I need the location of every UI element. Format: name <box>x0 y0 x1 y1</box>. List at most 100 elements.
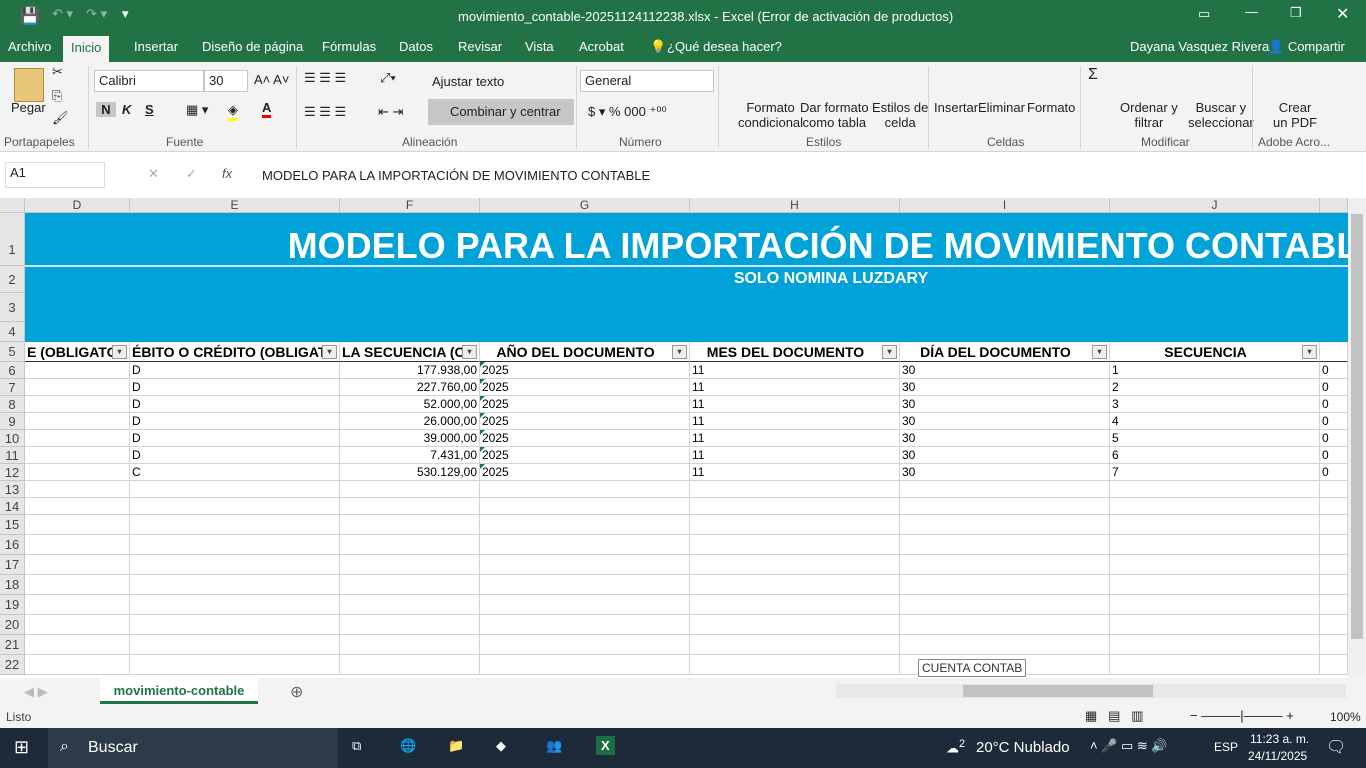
cell[interactable]: D <box>130 430 340 447</box>
table-header-J[interactable]: SECUENCIA ▾ <box>1110 342 1320 362</box>
cell[interactable] <box>900 595 1110 615</box>
cell[interactable] <box>130 575 340 595</box>
cell[interactable]: 11 <box>690 464 900 481</box>
column-header[interactable] <box>1320 198 1348 213</box>
cell[interactable]: 530.129,00 <box>340 464 480 481</box>
cell[interactable]: 30 <box>900 447 1110 464</box>
table-header-G[interactable]: AÑO DEL DOCUMENTO ▾ <box>480 342 690 362</box>
windows-start-icon[interactable]: ⊞ <box>14 737 29 758</box>
cell[interactable] <box>1110 595 1320 615</box>
column-header[interactable]: J <box>1110 198 1320 213</box>
cell[interactable] <box>480 481 690 498</box>
bold-button[interactable]: N <box>96 102 116 117</box>
cell[interactable] <box>130 498 340 515</box>
format-table-button[interactable]: Dar formato como tabla <box>800 100 869 130</box>
cell[interactable]: 26.000,00 <box>340 413 480 430</box>
sort-filter-button[interactable]: Ordenar y filtrar <box>1120 100 1178 130</box>
filter-dropdown-icon[interactable]: ▾ <box>672 345 687 359</box>
conditional-format-button[interactable]: Formato condicional <box>738 100 803 130</box>
row-header[interactable]: 2 <box>0 266 25 293</box>
cell[interactable] <box>1320 635 1348 655</box>
select-all-button[interactable] <box>0 198 25 213</box>
tab-revisar[interactable]: Revisar <box>458 39 502 54</box>
row-header[interactable]: 14 <box>0 498 25 515</box>
cell[interactable]: 30 <box>900 430 1110 447</box>
cell[interactable] <box>480 595 690 615</box>
error-indicator-icon[interactable] <box>480 413 485 418</box>
system-tray-icons[interactable]: ˄ 🎤 ▭ ≋ 🔊 <box>1090 738 1168 754</box>
cell[interactable]: 30 <box>900 362 1110 379</box>
row-header[interactable]: 16 <box>0 535 25 555</box>
cell[interactable]: 11 <box>690 362 900 379</box>
paste-icon[interactable] <box>14 68 44 102</box>
row-header[interactable]: 12 <box>0 464 25 481</box>
table-header-H[interactable]: MES DEL DOCUMENTO ▾ <box>690 342 900 362</box>
formula-input[interactable]: MODELO PARA LA IMPORTACIÓN DE MOVIMIENTO… <box>262 168 650 183</box>
filter-dropdown-icon[interactable]: ▾ <box>882 345 897 359</box>
row-header[interactable]: 4 <box>0 322 25 342</box>
cell[interactable] <box>1110 498 1320 515</box>
cell[interactable] <box>1110 655 1320 675</box>
tab-inicio[interactable]: Inicio <box>63 36 110 62</box>
cell[interactable] <box>690 481 900 498</box>
cell[interactable] <box>1320 655 1348 675</box>
cell[interactable] <box>900 535 1110 555</box>
cell[interactable] <box>130 615 340 635</box>
vertical-scrollbar[interactable] <box>1348 198 1366 678</box>
cell[interactable] <box>25 555 130 575</box>
cut-icon[interactable]: ✂ <box>52 64 63 80</box>
cell[interactable] <box>690 635 900 655</box>
cell[interactable] <box>25 615 130 635</box>
format-painter-icon[interactable]: 🖌 <box>52 110 69 126</box>
zoom-slider[interactable]: − ———|——— + <box>1190 708 1294 723</box>
filter-dropdown-icon[interactable]: ▾ <box>112 345 127 359</box>
cell[interactable] <box>480 615 690 635</box>
row-header[interactable]: 1 <box>0 213 25 266</box>
weather-icon[interactable]: ☁2 <box>946 738 965 756</box>
cell[interactable]: 3 <box>1110 396 1320 413</box>
cell[interactable] <box>340 555 480 575</box>
notifications-icon[interactable]: 🗨 <box>1326 737 1346 757</box>
sheet-subtitle[interactable]: SOLO NOMINA LUZDARY <box>25 268 1348 290</box>
error-indicator-icon[interactable] <box>480 396 485 401</box>
cell[interactable]: 52.000,00 <box>340 396 480 413</box>
error-indicator-icon[interactable] <box>480 430 485 435</box>
cell[interactable] <box>900 575 1110 595</box>
cell[interactable] <box>340 575 480 595</box>
cell[interactable] <box>900 515 1110 535</box>
cell[interactable]: 39.000,00 <box>340 430 480 447</box>
cell[interactable]: 2025 <box>480 413 690 430</box>
tab-diseno[interactable]: Diseño de página <box>202 39 303 54</box>
table-header-D[interactable]: E (OBLIGATO ▾ <box>25 342 130 362</box>
cell[interactable] <box>25 413 130 430</box>
insert-function-button[interactable]: fx <box>222 166 232 181</box>
cell[interactable] <box>25 396 130 413</box>
cell[interactable]: 11 <box>690 430 900 447</box>
filter-dropdown-icon[interactable]: ▾ <box>1302 345 1317 359</box>
tell-me-search[interactable]: ¿Qué desea hacer? <box>667 39 782 54</box>
cell[interactable] <box>25 464 130 481</box>
column-header[interactable]: G <box>480 198 690 213</box>
worksheet-grid[interactable]: D E F G H I J 1 2 3 4 5 6 7 8 9 10 11 12 13 14 15 16 17 18 19 20 21… <box>0 198 1348 678</box>
teams-icon[interactable]: 👥 <box>546 738 562 754</box>
cell[interactable] <box>480 535 690 555</box>
align-left-icon[interactable]: ☰ ☰ ☰ <box>304 104 346 120</box>
cell[interactable] <box>25 635 130 655</box>
cell[interactable] <box>900 481 1110 498</box>
cell[interactable] <box>340 635 480 655</box>
cell[interactable] <box>25 595 130 615</box>
cell[interactable] <box>130 535 340 555</box>
redo-icon[interactable]: ↷ ▾ <box>86 6 107 22</box>
filter-dropdown-icon[interactable]: ▾ <box>322 345 337 359</box>
cell[interactable]: 30 <box>900 396 1110 413</box>
cell[interactable]: D <box>130 396 340 413</box>
cell[interactable]: 30 <box>900 464 1110 481</box>
cell[interactable]: D <box>130 447 340 464</box>
cell[interactable] <box>690 498 900 515</box>
cell[interactable] <box>1110 635 1320 655</box>
name-box[interactable]: A1 <box>5 162 105 188</box>
undo-icon[interactable]: ↶ ▾ <box>52 6 73 22</box>
table-header-K[interactable] <box>1320 342 1348 362</box>
cell[interactable]: 0 <box>1320 362 1348 379</box>
cell[interactable] <box>690 535 900 555</box>
